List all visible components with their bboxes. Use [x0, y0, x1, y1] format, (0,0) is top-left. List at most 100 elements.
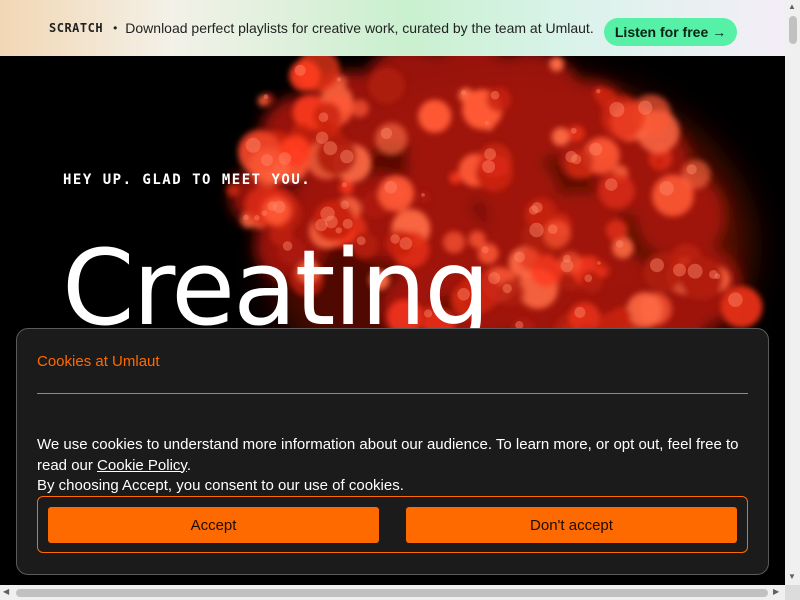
- smoke-highlight: [531, 202, 543, 213]
- hero-heading: Creating: [62, 227, 490, 349]
- smoke-highlight: [336, 77, 342, 82]
- smoke-highlight: [340, 149, 354, 164]
- cookie-consent-text: By choosing Accept, you consent to our u…: [37, 477, 404, 494]
- smoke-highlight: [563, 254, 571, 263]
- smoke-highlight: [574, 306, 586, 318]
- smoke-puff: [351, 99, 369, 118]
- smoke-highlight: [709, 270, 718, 279]
- horizontal-scrollbar-thumb[interactable]: [16, 589, 768, 597]
- cookie-consent-dialog: Cookies at Umlaut We use cookies to unde…: [16, 328, 769, 575]
- smoke-puff: [626, 292, 663, 328]
- smoke-highlight: [320, 206, 335, 222]
- smoke-highlight: [596, 89, 601, 94]
- smoke-puff: [551, 127, 571, 146]
- smoke-highlight: [488, 272, 501, 285]
- smoke-highlight: [484, 120, 489, 125]
- smoke-puff: [497, 279, 525, 307]
- smoke-puff: [598, 172, 635, 209]
- banner-brand: SCRATCH: [49, 21, 104, 35]
- browser-viewport: SCRATCH • Download perfect playlists for…: [0, 0, 785, 585]
- listen-for-free-button[interactable]: Listen for free →: [604, 18, 737, 46]
- smoke-highlight: [548, 224, 558, 234]
- smoke-puff: [339, 180, 354, 195]
- smoke-highlight: [263, 94, 269, 100]
- smoke-puff: [449, 171, 462, 184]
- scroll-right-arrow-icon[interactable]: ▶: [773, 588, 779, 596]
- smoke-highlight: [380, 127, 393, 139]
- promo-banner: SCRATCH • Download perfect playlists for…: [0, 0, 785, 56]
- horizontal-scrollbar[interactable]: ◀ ▶: [0, 585, 785, 600]
- smoke-highlight: [267, 201, 278, 211]
- banner-text: Download perfect playlists for creative …: [125, 20, 594, 36]
- smoke-highlight: [243, 214, 249, 220]
- smoke-highlight: [245, 137, 261, 153]
- smoke-highlight: [341, 182, 347, 188]
- smoke-puff: [549, 57, 564, 72]
- smoke-highlight: [673, 263, 686, 277]
- hero-eyebrow: HEY UP. GLAD TO MEET YOU.: [63, 172, 312, 188]
- smoke-highlight: [529, 222, 544, 238]
- smoke-puff: [595, 259, 606, 270]
- smoke-puff: [601, 95, 646, 139]
- smoke-highlight: [461, 90, 467, 96]
- smoke-highlight: [484, 148, 496, 161]
- smoke-puff: [378, 175, 415, 212]
- smoke-highlight: [604, 178, 618, 191]
- smoke-highlight: [615, 240, 624, 248]
- smoke-highlight: [384, 180, 398, 194]
- smoke-highlight: [260, 154, 273, 167]
- smoke-highlight: [315, 131, 329, 144]
- vertical-scrollbar-thumb[interactable]: [789, 16, 797, 44]
- scroll-up-arrow-icon[interactable]: ▲: [788, 3, 796, 11]
- smoke-highlight: [570, 127, 577, 134]
- smoke-highlight: [609, 101, 625, 118]
- smoke-highlight: [421, 193, 425, 197]
- smoke-puff: [580, 271, 603, 294]
- smoke-puff: [720, 286, 763, 328]
- smoke-puff: [486, 87, 512, 112]
- scroll-left-arrow-icon[interactable]: ◀: [3, 588, 9, 596]
- cookie-body-punctuation: .: [186, 456, 191, 474]
- smoke-puff: [654, 157, 665, 168]
- scrollbar-corner: [785, 585, 800, 600]
- smoke-highlight: [514, 251, 525, 263]
- cookie-actions: Accept Don't accept: [37, 496, 748, 553]
- cookie-policy-link[interactable]: Cookie Policy: [97, 457, 187, 474]
- smoke-highlight: [589, 142, 603, 156]
- banner-separator: •: [113, 21, 118, 35]
- smoke-highlight: [502, 283, 512, 294]
- cookie-dialog-body: We use cookies to understand more inform…: [37, 435, 752, 497]
- smoke-highlight: [340, 200, 350, 210]
- smoke-puff: [605, 219, 628, 242]
- smoke-puff: [418, 99, 452, 133]
- decline-cookies-button[interactable]: Don't accept: [406, 507, 737, 543]
- cookie-divider: [37, 393, 748, 394]
- smoke-highlight: [482, 160, 496, 173]
- smoke-highlight: [323, 141, 338, 156]
- smoke-highlight: [659, 181, 674, 196]
- scroll-down-arrow-icon[interactable]: ▼: [788, 573, 796, 581]
- smoke-puff: [681, 159, 711, 190]
- smoke-highlight: [261, 210, 268, 216]
- smoke-puff: [543, 220, 571, 248]
- vertical-scrollbar[interactable]: ▲ ▼: [785, 0, 800, 585]
- accept-cookies-button[interactable]: Accept: [48, 507, 379, 543]
- smoke-highlight: [565, 150, 578, 163]
- smoke-puff: [567, 125, 585, 143]
- smoke-highlight: [278, 152, 292, 165]
- cookie-dialog-title: Cookies at Umlaut: [37, 353, 160, 370]
- smoke-highlight: [294, 64, 306, 76]
- smoke-highlight: [728, 292, 743, 307]
- smoke-puff: [368, 67, 405, 104]
- smoke-highlight: [686, 164, 697, 175]
- smoke-highlight: [254, 215, 260, 221]
- smoke-puff: [419, 191, 431, 203]
- smoke-highlight: [650, 258, 664, 273]
- smoke-puff: [375, 122, 408, 156]
- smoke-highlight: [584, 274, 593, 283]
- smoke-highlight: [318, 112, 329, 122]
- smoke-highlight: [490, 90, 500, 100]
- smoke-highlight: [638, 100, 653, 115]
- smoke-puff: [478, 143, 513, 177]
- smoke-highlight: [597, 261, 601, 265]
